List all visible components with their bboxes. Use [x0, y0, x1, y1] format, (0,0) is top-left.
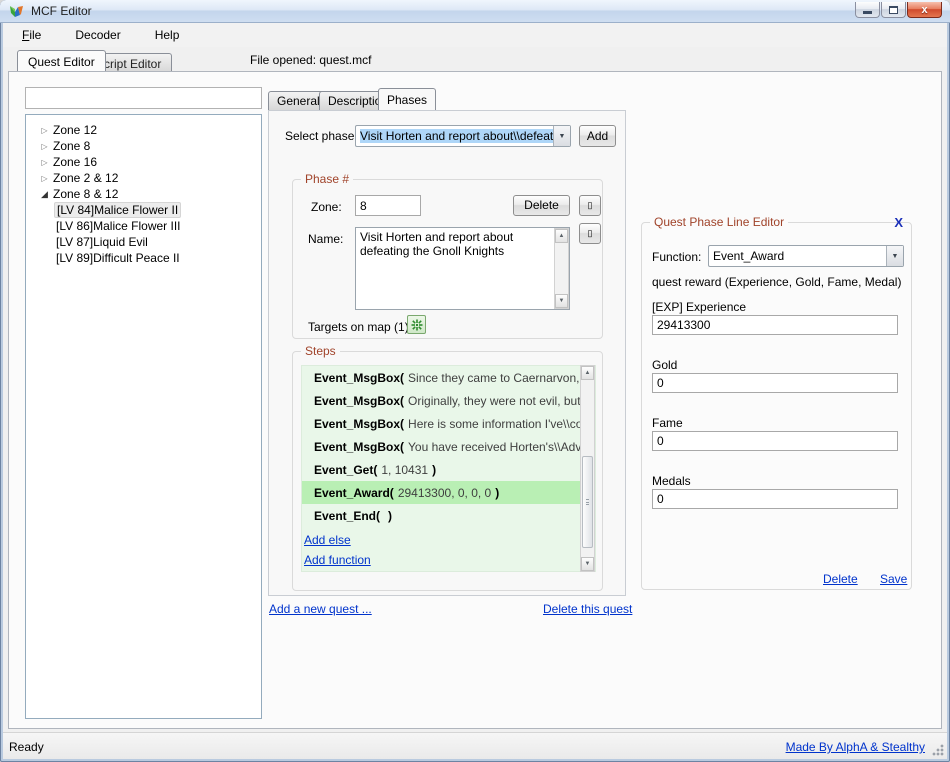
- status-bar: Ready Made By AlphA & Stealthy: [3, 732, 947, 759]
- line-editor-title: Quest Phase Line Editor: [650, 215, 788, 229]
- maximize-button[interactable]: [881, 2, 906, 18]
- scroll-down-icon[interactable]: ▼: [555, 294, 568, 308]
- tree-item-zone-8-12[interactable]: ◢Zone 8 & 12: [28, 186, 259, 202]
- close-button[interactable]: x: [907, 2, 942, 18]
- zone-input[interactable]: [355, 195, 421, 216]
- step-row[interactable]: Event_End(): [302, 504, 595, 527]
- medals-input[interactable]: [652, 489, 898, 509]
- scroll-down-icon[interactable]: ▼: [581, 557, 594, 571]
- gold-label: Gold: [652, 358, 677, 372]
- exp-label: [EXP] Experience: [652, 300, 746, 314]
- close-icon: x: [921, 4, 927, 16]
- main-tab-strip: Quest Editor Script Editor File opened: …: [3, 47, 947, 71]
- collapsed-triangle-icon[interactable]: ▷: [38, 158, 51, 167]
- name-scrollbar[interactable]: ▲ ▼: [554, 228, 569, 309]
- collapsed-triangle-icon[interactable]: ▷: [38, 174, 51, 183]
- delete-phase-button[interactable]: Delete: [513, 195, 570, 216]
- function-label: Function:: [652, 250, 701, 264]
- scrollbar-thumb[interactable]: [582, 456, 593, 548]
- tab-quest-editor[interactable]: Quest Editor: [17, 50, 106, 71]
- fame-input[interactable]: [652, 431, 898, 451]
- expanded-triangle-icon[interactable]: ◢: [38, 189, 51, 200]
- step-row[interactable]: Event_MsgBox(You have received Horten's\…: [302, 435, 595, 458]
- function-combo-value: Event_Award: [709, 249, 886, 263]
- collapsed-triangle-icon[interactable]: ▷: [38, 126, 51, 135]
- tree-item-zone-12[interactable]: ▷Zone 12: [28, 122, 259, 138]
- scroll-up-icon[interactable]: ▲: [555, 229, 568, 243]
- quest-search-input[interactable]: [25, 87, 262, 109]
- step-row-selected[interactable]: Event_Award(29413300, 0, 0, 0): [302, 481, 595, 504]
- exp-input[interactable]: [652, 315, 898, 335]
- steps-scrollbar[interactable]: ▲ ▼: [580, 365, 595, 572]
- menu-bar: File Decoder Help: [3, 23, 947, 47]
- status-ready-label: Ready: [9, 740, 44, 754]
- add-else-link[interactable]: Add else: [304, 533, 595, 547]
- chevron-down-icon[interactable]: ▼: [886, 246, 903, 266]
- phases-panel: Select phase: Visit Horten and report ab…: [268, 110, 626, 596]
- quest-tree: ▷Zone 12 ▷Zone 8 ▷Zone 16 ▷Zone 2 & 12 ◢…: [25, 114, 262, 719]
- targets-on-map-button[interactable]: [407, 315, 426, 334]
- function-combo[interactable]: Event_Award ▼: [708, 245, 904, 267]
- step-row[interactable]: Event_MsgBox(Originally, they were not e…: [302, 389, 595, 412]
- file-opened-label: File opened: quest.mcf: [250, 53, 371, 67]
- steps-group-title: Steps: [301, 344, 340, 358]
- fame-label: Fame: [652, 416, 683, 430]
- phase-group-title: Phase #: [301, 172, 353, 186]
- line-save-link[interactable]: Save: [880, 572, 907, 586]
- move-down-button[interactable]: ▯: [579, 223, 601, 244]
- move-up-button[interactable]: ▯: [579, 195, 601, 216]
- phase-groupbox: Phase # Zone: Delete ▯ ▯ Name: Visit Hor…: [292, 179, 603, 339]
- minimize-button[interactable]: [855, 2, 880, 18]
- step-row[interactable]: Event_MsgBox(Since they came to Caernarv…: [302, 366, 595, 389]
- phase-name-textarea[interactable]: Visit Horten and report about defeating …: [355, 227, 570, 310]
- target-burst-icon: [411, 319, 423, 331]
- tab-phases[interactable]: Phases: [378, 88, 436, 110]
- phase-combo-value: Visit Horten and report about\\defeating: [360, 129, 553, 143]
- select-phase-label: Select phase:: [285, 129, 358, 143]
- maximize-icon: [889, 6, 898, 14]
- add-function-link[interactable]: Add function: [304, 553, 595, 567]
- steps-list: Event_MsgBox(Since they came to Caernarv…: [301, 365, 596, 572]
- chevron-down-icon[interactable]: ▼: [553, 126, 570, 146]
- collapsed-triangle-icon[interactable]: ▷: [38, 142, 51, 151]
- zone-label: Zone:: [311, 200, 342, 214]
- name-label: Name:: [308, 232, 343, 246]
- tree-item-lv86-malice-flower-3[interactable]: [LV 86]Malice Flower III: [28, 218, 259, 234]
- tree-item-lv87-liquid-evil[interactable]: [LV 87]Liquid Evil: [28, 234, 259, 250]
- tree-item-zone-8[interactable]: ▷Zone 8: [28, 138, 259, 154]
- quest-phase-line-editor: Quest Phase Line Editor X Function: Even…: [641, 222, 912, 590]
- add-phase-button[interactable]: Add: [579, 125, 616, 147]
- menu-decoder[interactable]: Decoder: [71, 26, 124, 44]
- tree-item-zone-16[interactable]: ▷Zone 16: [28, 154, 259, 170]
- menu-file[interactable]: File: [18, 26, 45, 44]
- gold-input[interactable]: [652, 373, 898, 393]
- quest-editor-page: ▷Zone 12 ▷Zone 8 ▷Zone 16 ▷Zone 2 & 12 ◢…: [8, 71, 942, 729]
- function-description: quest reward (Experience, Gold, Fame, Me…: [652, 275, 901, 289]
- menu-help[interactable]: Help: [151, 26, 184, 44]
- medals-label: Medals: [652, 474, 691, 488]
- phase-select-combo[interactable]: Visit Horten and report about\\defeating…: [355, 125, 571, 147]
- steps-groupbox: Steps Event_MsgBox(Since they came to Ca…: [292, 351, 603, 591]
- targets-on-map-label: Targets on map (1): [308, 320, 409, 334]
- step-row[interactable]: Event_MsgBox(Here is some information I'…: [302, 412, 595, 435]
- scroll-up-icon[interactable]: ▲: [581, 366, 594, 380]
- app-logo-icon: [8, 3, 25, 20]
- resize-grip-icon[interactable]: [932, 744, 944, 756]
- credit-link[interactable]: Made By AlphA & Stealthy: [786, 740, 925, 754]
- thumb-grip-icon: [586, 499, 589, 505]
- tree-item-lv84-malice-flower-2[interactable]: [LV 84]Malice Flower II: [28, 202, 259, 218]
- tree-item-lv89-difficult-peace-2[interactable]: [LV 89]Difficult Peace II: [28, 250, 259, 266]
- minimize-icon: [863, 11, 872, 14]
- delete-this-quest-link[interactable]: Delete this quest: [543, 602, 632, 616]
- line-delete-link[interactable]: Delete: [823, 572, 858, 586]
- title-bar[interactable]: MCF Editor x: [0, 0, 950, 23]
- tree-item-zone-2-12[interactable]: ▷Zone 2 & 12: [28, 170, 259, 186]
- app-window: MCF Editor x File Decoder Help Quest Edi…: [0, 0, 950, 762]
- step-row[interactable]: Event_Get(1, 10431): [302, 458, 595, 481]
- add-new-quest-link[interactable]: Add a new quest ...: [269, 602, 372, 616]
- window-title: MCF Editor: [31, 4, 92, 18]
- close-line-editor-icon[interactable]: X: [894, 215, 903, 230]
